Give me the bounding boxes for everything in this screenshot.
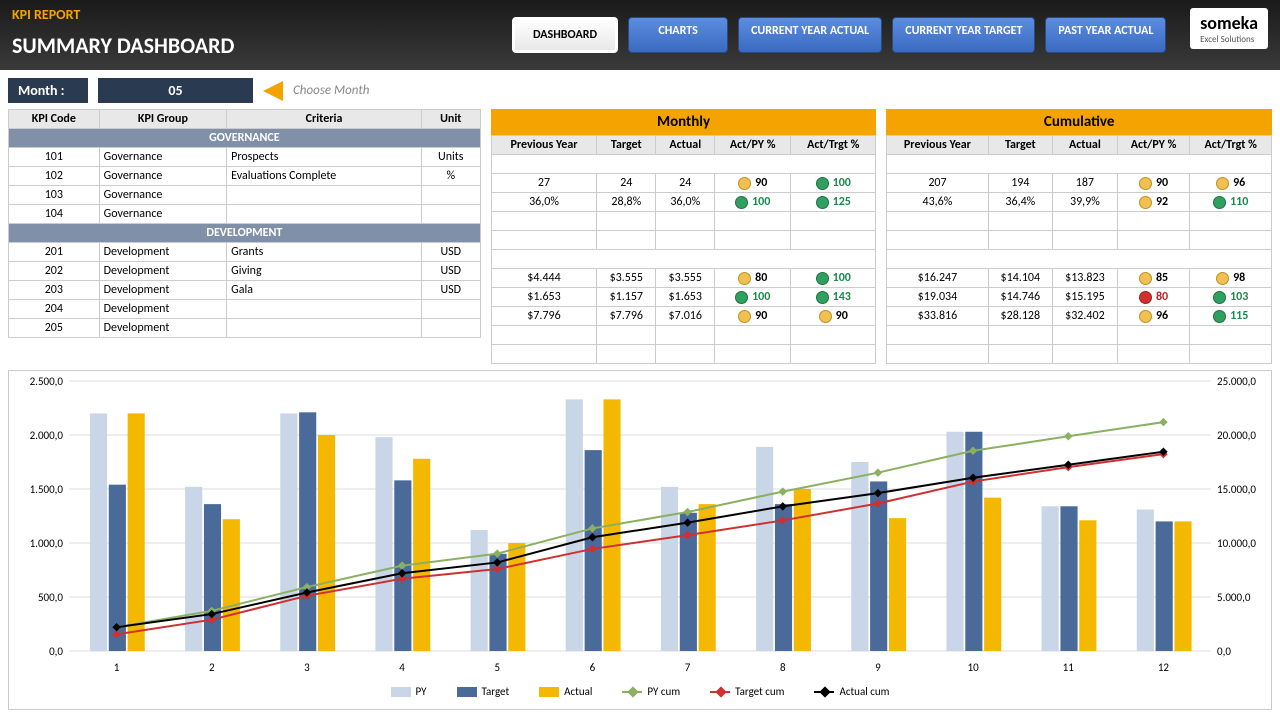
table-row: $1.653$1.157$1.653100143	[491, 288, 876, 307]
tab-cy-actual[interactable]: CURRENT YEAR ACTUAL	[738, 17, 882, 53]
legend-item: PY cum	[622, 685, 680, 698]
tab-dashboard[interactable]: DASHBOARD	[512, 17, 618, 53]
svg-text:9: 9	[875, 661, 881, 674]
table-row: 202DevelopmentGivingUSD	[9, 262, 481, 281]
logo: somekaExcel Solutions	[1190, 8, 1268, 49]
svg-text:7: 7	[685, 661, 691, 674]
table-row: $19.034$14.746$15.19580103	[887, 288, 1272, 307]
svg-text:1.000,0: 1.000,0	[30, 537, 64, 550]
monthly-band: Monthly	[491, 109, 877, 135]
page-subtitle: SUMMARY DASHBOARD	[12, 32, 234, 59]
svg-text:500,0: 500,0	[38, 591, 63, 604]
cumulative-band: Cumulative	[886, 109, 1272, 135]
table-row: 102GovernanceEvaluations Complete%	[9, 167, 481, 186]
legend-item: Actual	[539, 685, 592, 698]
svg-text:10.000,0: 10.000,0	[1217, 537, 1256, 550]
arrow-left-icon	[263, 81, 283, 101]
table-row: 101GovernanceProspectsUnits	[9, 148, 481, 167]
table-row: 36,0%28,8%36,0%100125	[491, 193, 876, 212]
table-row: 2071941879096	[887, 174, 1272, 193]
svg-text:0,0: 0,0	[49, 645, 63, 658]
cumulative-table: Previous YearTargetActualAct/PY %Act/Trg…	[886, 135, 1272, 364]
table-row: 104Governance	[9, 205, 481, 224]
table-row: 204Development	[9, 300, 481, 319]
nav-tabs: DASHBOARD CHARTS CURRENT YEAR ACTUAL CUR…	[512, 17, 1166, 53]
svg-text:2.000,0: 2.000,0	[30, 429, 64, 442]
table-row: $16.247$14.104$13.8238598	[887, 269, 1272, 288]
svg-text:3: 3	[304, 661, 310, 674]
month-label: Month :	[8, 78, 88, 103]
tab-py-actual[interactable]: PAST YEAR ACTUAL	[1045, 17, 1166, 53]
legend-item: Target	[457, 685, 510, 698]
table-row: $4.444$3.555$3.55580100	[491, 269, 876, 288]
kpi-chart: 0,0 500,0 1.000,0 1.500,0 2.000,0 2.500,0 0,0 5…	[8, 370, 1272, 710]
svg-text:15.000,0: 15.000,0	[1217, 483, 1256, 496]
svg-text:6: 6	[590, 661, 596, 674]
legend-item: PY	[391, 685, 427, 698]
chart-legend: PY Target Actual PY cum Target cum Actual cum	[9, 681, 1271, 702]
table-row: 201DevelopmentGrantsUSD	[9, 243, 481, 262]
legend-item: Target cum	[710, 685, 784, 698]
month-hint: Choose Month	[293, 83, 369, 98]
monthly-table: Previous YearTargetActualAct/PY %Act/Trg…	[491, 135, 877, 364]
svg-text:5: 5	[494, 661, 500, 674]
svg-text:1: 1	[114, 661, 120, 674]
month-value[interactable]: 05	[98, 78, 253, 103]
svg-text:0,0: 0,0	[1217, 645, 1231, 658]
kpi-definition-table: KPI CodeKPI GroupCriteriaUnit GOVERNANCE…	[8, 109, 481, 338]
svg-text:20.000,0: 20.000,0	[1217, 429, 1256, 442]
svg-text:4: 4	[399, 661, 405, 674]
table-row: 43,6%36,4%39,9%92110	[887, 193, 1272, 212]
svg-text:5.000,0: 5.000,0	[1217, 591, 1251, 604]
report-title: KPI REPORT	[12, 6, 80, 23]
header: KPI REPORT SUMMARY DASHBOARD DASHBOARD C…	[0, 0, 1280, 70]
svg-text:8: 8	[780, 661, 786, 674]
table-row: 205Development	[9, 319, 481, 338]
svg-text:10: 10	[968, 661, 980, 674]
svg-text:11: 11	[1063, 661, 1075, 674]
svg-text:2.500,0: 2.500,0	[30, 375, 64, 388]
month-selector: Month : 05 Choose Month	[8, 78, 369, 103]
table-row: $7.796$7.796$7.0169090	[491, 307, 876, 326]
table-row: $33.816$28.128$32.40296115	[887, 307, 1272, 326]
svg-text:1.500,0: 1.500,0	[30, 483, 64, 496]
tab-cy-target[interactable]: CURRENT YEAR TARGET	[892, 17, 1035, 53]
legend-item: Actual cum	[814, 685, 889, 698]
svg-text:2: 2	[209, 661, 215, 674]
table-row: 103Governance	[9, 186, 481, 205]
svg-text:25.000,0: 25.000,0	[1217, 375, 1256, 388]
tab-charts[interactable]: CHARTS	[628, 17, 728, 53]
table-row: 27242490100	[491, 174, 876, 193]
svg-text:12: 12	[1158, 661, 1170, 674]
table-row: 203DevelopmentGalaUSD	[9, 281, 481, 300]
